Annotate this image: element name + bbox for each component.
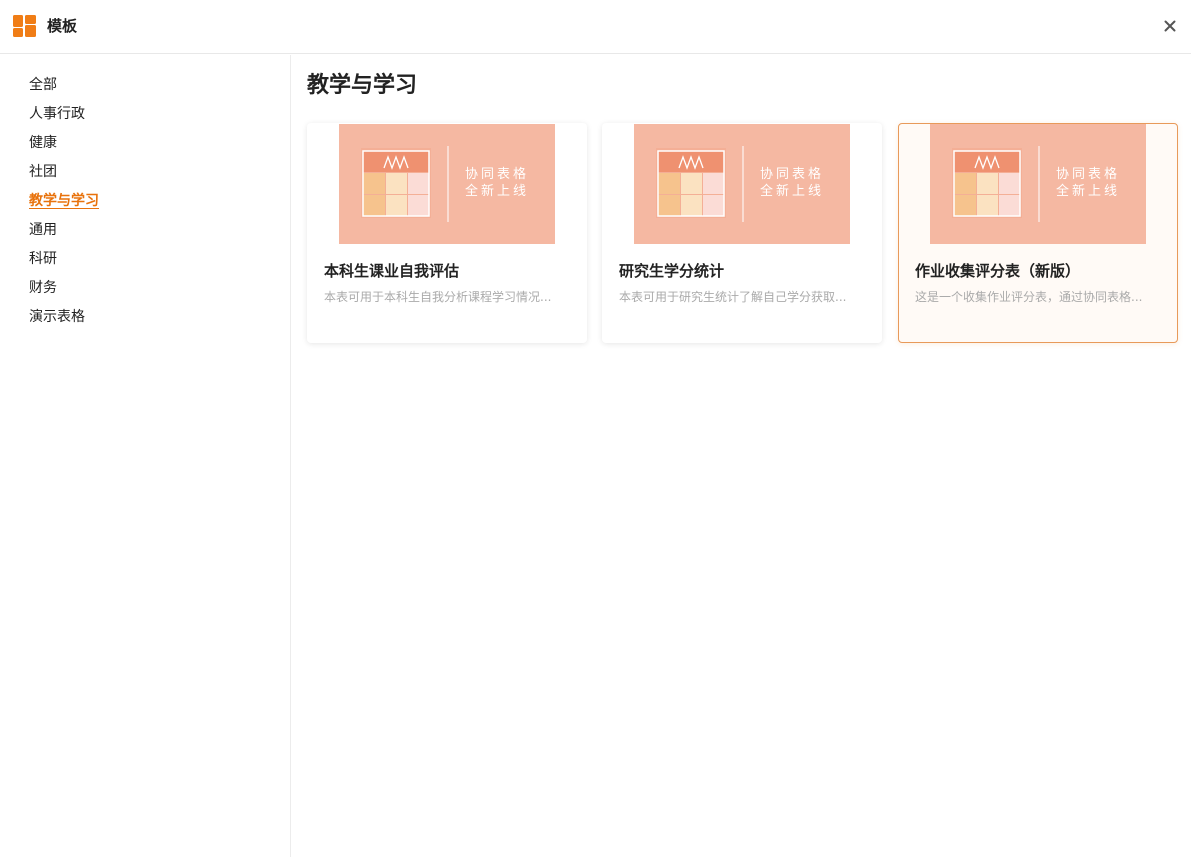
- template-description: 这是一个收集作业评分表，通过协同表格...: [915, 290, 1143, 304]
- template-thumbnail: 协同表格 全新上线: [339, 124, 555, 244]
- template-thumbnail: 协同表格 全新上线: [634, 124, 850, 244]
- thumbnail-text-line2: 全新上线: [465, 183, 529, 199]
- category-item-demo-sheets[interactable]: 演示表格: [29, 306, 99, 335]
- template-title: 本科生课业自我评估: [324, 262, 460, 280]
- category-item-hr-admin[interactable]: 人事行政: [29, 103, 99, 132]
- template-card-highlighted[interactable]: 协同表格 全新上线 作业收集评分表（新版） 这是一个收集作业评分表，通过协同表格…: [898, 123, 1178, 343]
- template-app-icon: [13, 15, 36, 37]
- category-list: 全部 人事行政 健康 社团 教学与学习 通用 科研 财务 演示表格: [29, 74, 99, 335]
- category-item-club[interactable]: 社团: [29, 161, 99, 190]
- app-title: 模板: [47, 17, 78, 35]
- template-title: 作业收集评分表（新版）: [915, 262, 1081, 280]
- category-sidebar: 全部 人事行政 健康 社团 教学与学习 通用 科研 财务 演示表格: [0, 55, 291, 857]
- category-item-all[interactable]: 全部: [29, 74, 99, 103]
- category-item-health[interactable]: 健康: [29, 132, 99, 161]
- category-item-teaching-learning[interactable]: 教学与学习: [29, 190, 99, 219]
- main-content: 教学与学习 协同表格 全新上线 本科生课业自我评估 本表可用于本科生自我分析课程…: [292, 55, 1191, 857]
- close-icon[interactable]: [1161, 17, 1179, 35]
- thumbnail-text-line2: 全新上线: [760, 183, 824, 199]
- thumbnail-text-line2: 全新上线: [1056, 183, 1120, 199]
- thumbnail-text-line1: 协同表格: [465, 166, 529, 182]
- thumbnail-text-line1: 协同表格: [760, 166, 824, 182]
- template-description: 本表可用于本科生自我分析课程学习情况...: [324, 290, 552, 304]
- header: 模板: [0, 0, 1191, 54]
- template-thumbnail: 协同表格 全新上线: [930, 124, 1146, 244]
- thumbnail-text-line1: 协同表格: [1056, 166, 1120, 182]
- category-item-research[interactable]: 科研: [29, 248, 99, 277]
- template-card[interactable]: 协同表格 全新上线 本科生课业自我评估 本表可用于本科生自我分析课程学习情况..…: [307, 123, 587, 343]
- template-description: 本表可用于研究生统计了解自己学分获取...: [619, 290, 847, 304]
- page-title: 教学与学习: [307, 73, 418, 98]
- category-item-finance[interactable]: 财务: [29, 277, 99, 306]
- template-card[interactable]: 协同表格 全新上线 研究生学分统计 本表可用于研究生统计了解自己学分获取...: [602, 123, 882, 343]
- category-item-general[interactable]: 通用: [29, 219, 99, 248]
- template-title: 研究生学分统计: [619, 262, 725, 280]
